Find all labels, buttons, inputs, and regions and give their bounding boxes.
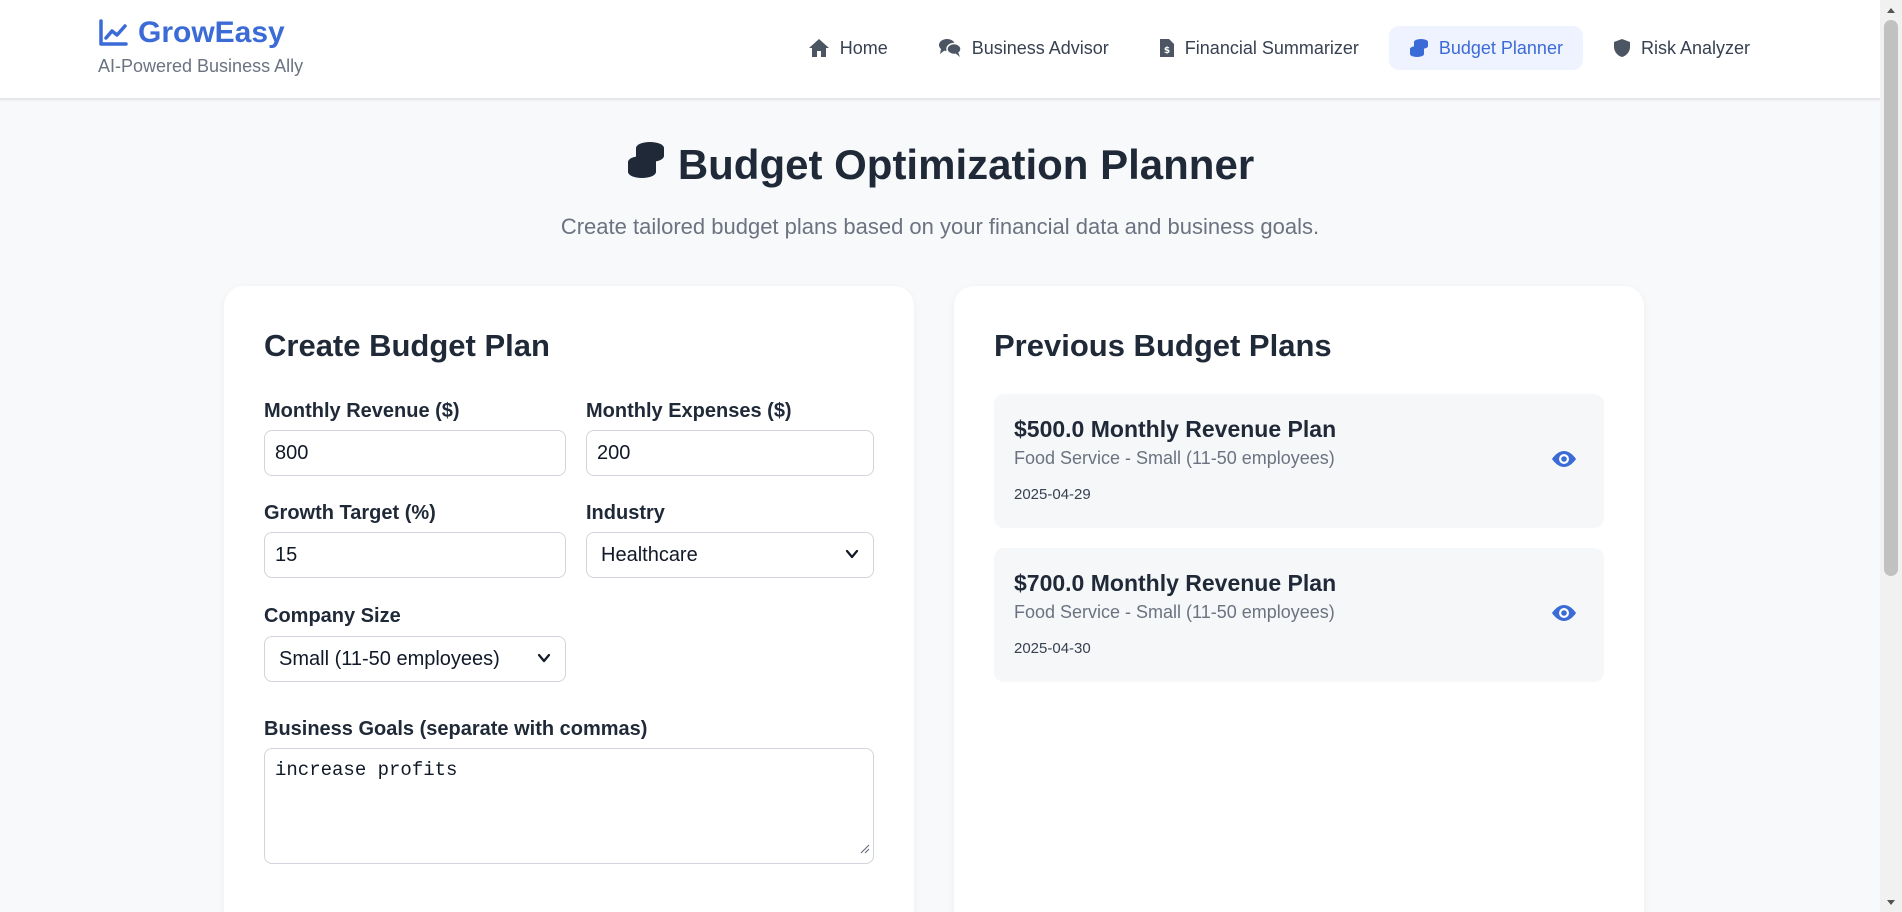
previous-plans-title: Previous Budget Plans [994, 328, 1332, 363]
plan-title: $700.0 Monthly Revenue Plan [1014, 570, 1337, 596]
nav-risk-analyzer-label: Risk Analyzer [1640, 37, 1750, 58]
revenue-input[interactable]: 800 [264, 430, 566, 476]
plan-title: $500.0 Monthly Revenue Plan [1014, 416, 1337, 442]
main-nav: Home Business Advisor $ Financial Summar… [788, 26, 1770, 70]
nav-home-label: Home [839, 37, 888, 58]
nav-financial-summarizer-label: Financial Summarizer [1184, 37, 1359, 58]
expenses-label: Monthly Expenses ($) [586, 400, 792, 422]
nav-budget-planner-label: Budget Planner [1438, 37, 1563, 58]
goals-label: Business Goals (separate with commas) [264, 718, 648, 740]
goals-textarea[interactable]: increase profits [264, 748, 874, 864]
plan-subtitle: Food Service - Small (11-50 employees) [1014, 602, 1335, 622]
create-budget-card: Create Budget Plan Monthly Revenue ($) 8… [224, 286, 914, 912]
svg-text:$: $ [1164, 46, 1170, 56]
plan-item[interactable]: $700.0 Monthly Revenue Plan Food Service… [994, 548, 1604, 682]
industry-select[interactable]: Healthcare [586, 532, 874, 578]
plan-date: 2025-04-30 [1014, 640, 1091, 657]
coins-icon [1409, 38, 1429, 58]
brand-row: GrowEasy [98, 16, 303, 50]
line-chart-icon [98, 19, 128, 47]
page-title-text: Budget Optimization Planner [677, 141, 1255, 188]
nav-risk-analyzer[interactable]: Risk Analyzer [1593, 26, 1770, 70]
invoice-icon: $ [1159, 38, 1175, 58]
brand[interactable]: GrowEasy AI-Powered Business Ally [98, 16, 303, 77]
eye-icon[interactable] [1550, 603, 1578, 628]
create-budget-title: Create Budget Plan [264, 328, 550, 363]
nav-budget-planner[interactable]: Budget Planner [1388, 26, 1583, 70]
scroll-up-icon[interactable] [1880, 0, 1902, 20]
shield-icon [1613, 38, 1631, 58]
nav-business-advisor-label: Business Advisor [971, 37, 1109, 58]
page-title: Budget Optimization Planner [0, 140, 1880, 190]
chevron-down-icon [845, 544, 859, 567]
brand-tagline: AI-Powered Business Ally [98, 56, 304, 76]
home-icon [808, 38, 830, 58]
previous-plans-card: Previous Budget Plans $500.0 Monthly Rev… [954, 286, 1644, 912]
company-size-select[interactable]: Small (11-50 employees) [264, 636, 566, 682]
page-subtitle: Create tailored budget plans based on yo… [560, 214, 1320, 239]
growth-input[interactable]: 15 [264, 532, 566, 578]
growth-label: Growth Target (%) [264, 502, 436, 524]
plan-subtitle: Food Service - Small (11-50 employees) [1014, 448, 1335, 468]
scroll-down-icon[interactable] [1880, 892, 1902, 912]
company-size-label: Company Size [264, 605, 401, 627]
goals-textarea-value: increase profits [275, 759, 458, 781]
page-scrollbar[interactable] [1880, 0, 1902, 912]
nav-financial-summarizer[interactable]: $ Financial Summarizer [1139, 26, 1379, 70]
plan-item[interactable]: $500.0 Monthly Revenue Plan Food Service… [994, 394, 1604, 528]
chat-icon [938, 38, 962, 58]
nav-business-advisor[interactable]: Business Advisor [918, 26, 1129, 70]
plan-date: 2025-04-29 [1014, 486, 1091, 503]
revenue-label: Monthly Revenue ($) [264, 400, 460, 422]
eye-icon[interactable] [1550, 449, 1578, 474]
coins-icon [626, 140, 666, 190]
nav-home[interactable]: Home [788, 26, 908, 70]
top-header: GrowEasy AI-Powered Business Ally Home B… [0, 0, 1880, 100]
industry-select-value: Healthcare [601, 543, 698, 566]
brand-name: GrowEasy [138, 16, 285, 49]
chevron-down-icon [537, 648, 551, 671]
resize-grip-icon[interactable] [860, 838, 870, 860]
scrollbar-thumb[interactable] [1884, 20, 1898, 576]
industry-label: Industry [586, 502, 665, 524]
company-size-select-value: Small (11-50 employees) [279, 647, 500, 670]
expenses-input[interactable]: 200 [586, 430, 874, 476]
